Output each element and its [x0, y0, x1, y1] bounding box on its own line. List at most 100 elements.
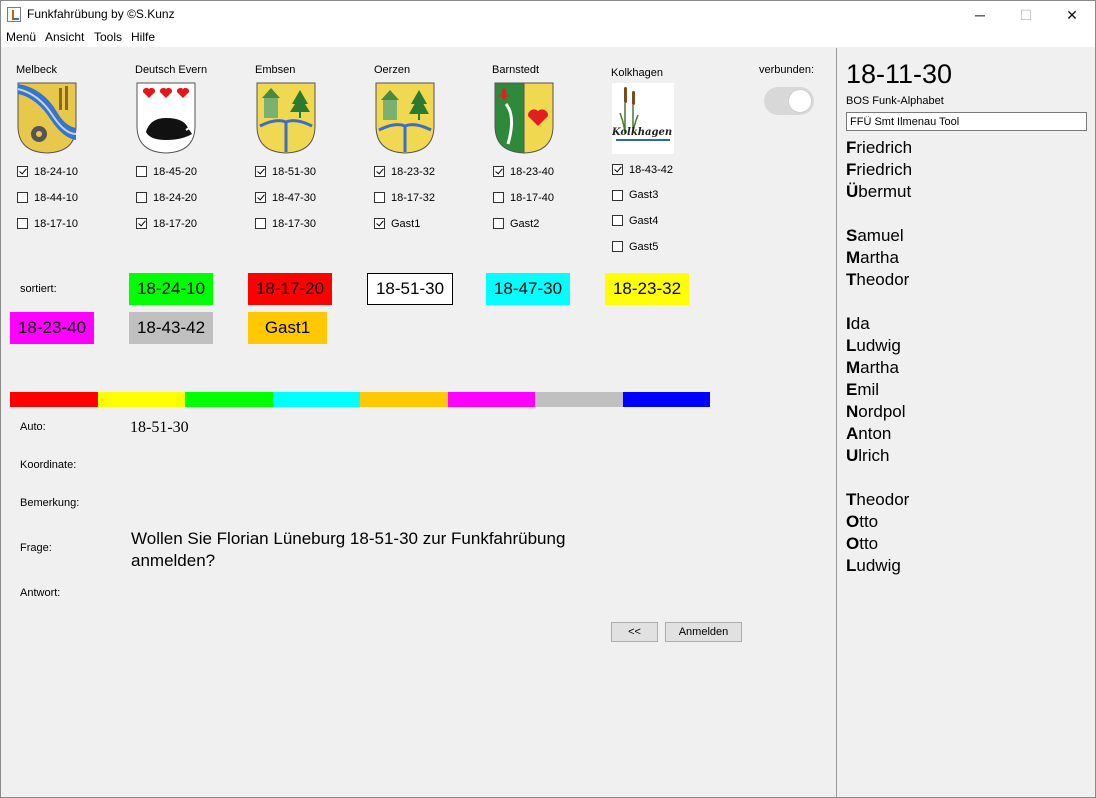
spelling-initial: A	[846, 424, 859, 443]
back-button[interactable]: <<	[611, 622, 658, 642]
checkbox-label: 18-44-10	[34, 191, 79, 204]
sorted-callsign-tile: 18-24-10	[129, 273, 213, 305]
checkbox-label: 18-17-10	[34, 217, 79, 230]
checkbox[interactable]	[612, 164, 623, 175]
callsign-checkbox-row[interactable]: 18-23-32	[374, 165, 435, 178]
spelling-initial: S	[846, 226, 858, 245]
color-swatch	[447, 392, 535, 407]
checkbox[interactable]	[17, 218, 28, 229]
spelling-rest: heodor	[856, 490, 910, 509]
callsign-checkbox-row[interactable]: 18-17-10	[17, 217, 78, 230]
spelling-rest: riedrich	[856, 138, 913, 157]
oerzen-crest-icon	[375, 82, 435, 154]
maximize-button[interactable]: ☐	[1003, 1, 1049, 29]
spelling-word: Ulrich	[846, 445, 889, 467]
callsign-checkbox-row[interactable]: 18-23-40	[493, 165, 554, 178]
spelling-initial: T	[846, 270, 857, 289]
checkbox[interactable]	[493, 192, 504, 203]
callsign-checkbox-row[interactable]: 18-43-42	[612, 163, 673, 176]
spelling-word: Anton	[846, 423, 891, 445]
callsign-checkbox-row[interactable]: 18-45-20	[136, 165, 197, 178]
town-name-barnstedt: Barnstedt	[492, 64, 540, 76]
menu-ansicht[interactable]: Ansicht	[45, 30, 84, 44]
menu-menue[interactable]: Menü	[6, 30, 36, 44]
spelling-rest: artha	[860, 358, 899, 377]
color-swatch	[272, 392, 360, 407]
checkbox[interactable]	[136, 192, 147, 203]
koordinate-label: Koordinate:	[20, 459, 77, 471]
town-name-melbeck: Melbeck	[16, 64, 57, 76]
sorted-callsign-tile: 18-51-30	[367, 273, 453, 305]
checkbox[interactable]	[493, 166, 504, 177]
checkbox[interactable]	[374, 218, 385, 229]
color-bar	[10, 392, 710, 407]
panel-divider[interactable]	[836, 48, 837, 798]
callsign-checkbox-row[interactable]: 18-24-10	[17, 165, 78, 178]
checkbox[interactable]	[255, 218, 266, 229]
checkbox[interactable]	[136, 166, 147, 177]
checkbox[interactable]	[612, 215, 623, 227]
checkbox[interactable]	[374, 166, 385, 177]
toggle-knob[interactable]	[788, 89, 812, 113]
callsign-checkbox-row[interactable]: Gast1	[374, 217, 420, 230]
checkbox[interactable]	[17, 166, 28, 177]
spelling-word: Martha	[846, 357, 899, 379]
menu-tools[interactable]: Tools	[94, 30, 122, 44]
spelling-rest: heodor	[856, 270, 910, 289]
town-name-kolkhagen: Kolkhagen	[611, 67, 663, 79]
spelling-word: Theodor	[846, 489, 909, 511]
callsign-checkbox-row[interactable]: Gast5	[612, 240, 658, 253]
checkbox[interactable]	[17, 192, 28, 203]
checkbox[interactable]	[493, 218, 504, 229]
color-swatch	[185, 392, 273, 407]
checkbox-label: 18-51-30	[272, 165, 317, 178]
town-name-deutsch-evern: Deutsch Evern	[135, 64, 208, 76]
color-swatch	[360, 392, 448, 407]
checkbox-label: 18-23-40	[510, 165, 555, 178]
alphabet-input[interactable]	[846, 112, 1087, 131]
spelling-rest: udwig	[856, 336, 901, 355]
spelling-word: Emil	[846, 379, 879, 401]
frage-value: Wollen Sie Florian Lüneburg 18-51-30 zur…	[131, 529, 566, 570]
spelling-initial: M	[846, 358, 861, 377]
callsign-checkbox-row[interactable]: 18-17-20	[136, 217, 197, 230]
callsign-checkbox-row[interactable]: Gast2	[493, 217, 539, 230]
spelling-rest: tto	[859, 512, 879, 531]
close-button[interactable]: ✕	[1049, 1, 1095, 29]
callsign-checkbox-row[interactable]: 18-17-40	[493, 191, 554, 204]
sorted-callsign-tile: 18-23-32	[605, 273, 689, 305]
callsign-checkbox-row[interactable]: 18-47-30	[255, 191, 316, 204]
callsign-checkbox-row[interactable]: 18-51-30	[255, 165, 316, 178]
spelling-initial: O	[846, 534, 860, 553]
menu-hilfe[interactable]: Hilfe	[131, 30, 155, 44]
spelling-rest: udwig	[856, 556, 901, 575]
callsign-checkbox-row[interactable]: 18-44-10	[17, 191, 78, 204]
sorted-callsign-tile: 18-47-30	[486, 273, 570, 305]
spelling-rest: tto	[859, 534, 879, 553]
checkbox[interactable]	[612, 241, 623, 253]
callsign-checkbox-row[interactable]: 18-17-32	[374, 191, 435, 204]
callsign-checkbox-row[interactable]: Gast4	[612, 214, 658, 227]
checkbox[interactable]	[612, 189, 623, 201]
spelling-rest: amuel	[857, 226, 904, 245]
connected-toggle[interactable]	[764, 87, 814, 115]
checkbox[interactable]	[255, 192, 266, 203]
deutsch-evern-crest-icon	[136, 82, 196, 154]
checkbox[interactable]	[255, 166, 266, 177]
color-swatch	[10, 392, 98, 407]
checkbox[interactable]	[374, 192, 385, 203]
color-swatch	[535, 392, 623, 407]
checkbox[interactable]	[136, 218, 147, 229]
checkbox-label: 18-45-20	[153, 165, 198, 178]
callsign-checkbox-row[interactable]: 18-24-20	[136, 191, 197, 204]
spelling-initial: F	[846, 160, 857, 179]
minimize-button[interactable]: ─	[957, 1, 1003, 29]
spelling-word: Nordpol	[846, 401, 906, 423]
callsign-checkbox-row[interactable]: Gast3	[612, 189, 658, 202]
callsign-checkbox-row[interactable]: 18-17-30	[255, 217, 316, 230]
register-button[interactable]: Anmelden	[665, 622, 742, 642]
sorted-label: sortiert:	[20, 283, 57, 295]
spelling-word: Otto	[846, 533, 878, 555]
embsen-crest-icon	[256, 82, 316, 154]
alphabet-title: BOS Funk-Alphabet	[846, 95, 944, 107]
